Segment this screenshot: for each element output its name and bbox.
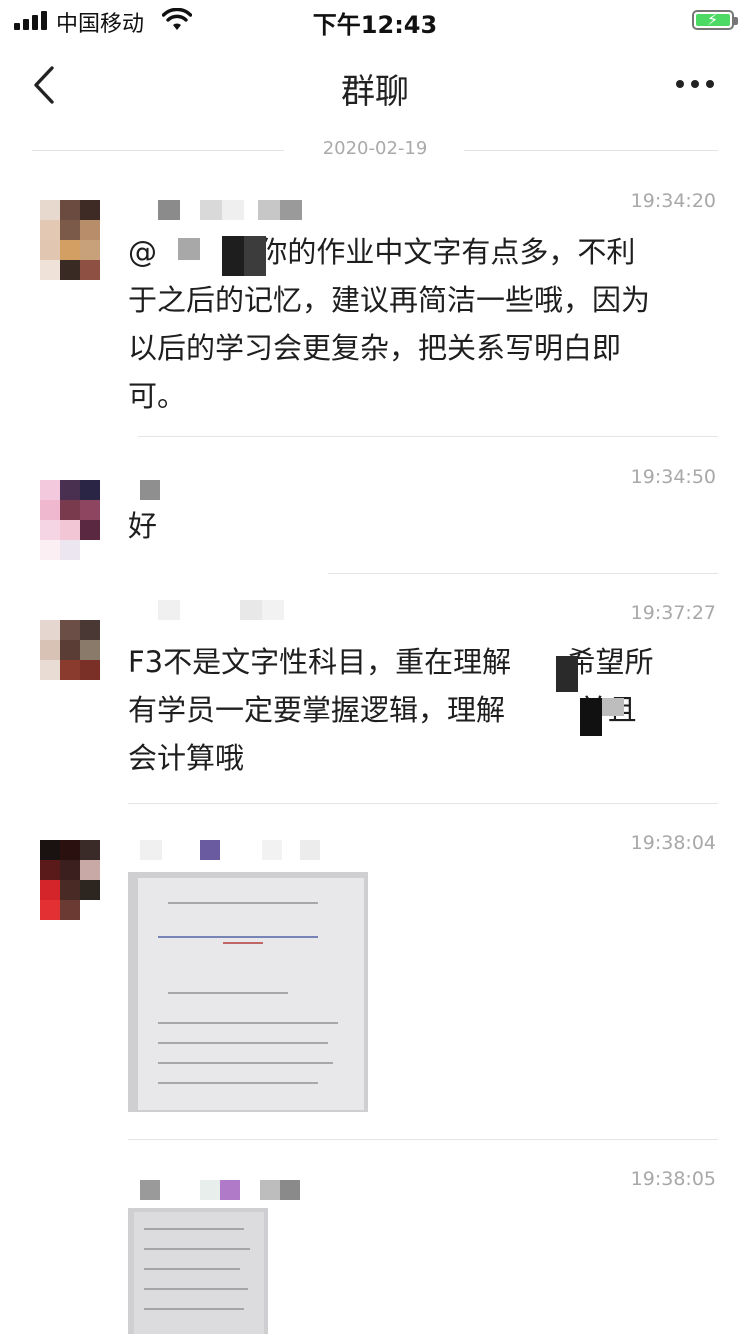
- message-item[interactable]: 19:38:04: [0, 830, 750, 1140]
- page-title: 群聊: [341, 72, 409, 112]
- message-separator: [128, 1139, 718, 1140]
- message-time: 19:34:20: [630, 190, 716, 212]
- message-text: 好: [128, 509, 158, 543]
- message-text: F3不是文字性科目，重在理解 希望所 有学员一定要掌握逻辑，理解 并且 会计算哦: [128, 645, 654, 775]
- message-time: 19:38:04: [630, 832, 716, 854]
- status-bar: 中国移动 下午12:43 ⚡: [0, 0, 750, 40]
- avatar[interactable]: [40, 200, 100, 280]
- redaction-mosaic: [244, 236, 266, 276]
- message-time: 19:37:27: [630, 602, 716, 624]
- redaction-mosaic: [556, 656, 578, 692]
- sender-name-redacted: [128, 840, 328, 866]
- more-dots-icon[interactable]: [672, 70, 718, 96]
- image-message[interactable]: [128, 872, 368, 1112]
- redaction-mosaic: [222, 236, 244, 276]
- date-label: 2020-02-19: [322, 138, 428, 159]
- message-separator: [328, 573, 718, 574]
- image-message[interactable]: [128, 1208, 268, 1334]
- sender-name-redacted: [128, 600, 328, 626]
- redaction-mosaic: [602, 698, 624, 716]
- message-item[interactable]: 19:34:20 @ 你的作业中文字有点多，不利 于之后的记忆，建议再简洁一些哦…: [0, 188, 750, 438]
- message-separator: [128, 803, 718, 804]
- redaction-mosaic: [580, 698, 602, 736]
- message-time: 19:38:05: [630, 1168, 716, 1190]
- message-item[interactable]: 19:37:27 F3不是文字性科目，重在理解 希望所 有学员一定要掌握逻辑，理…: [0, 600, 750, 804]
- sender-name-redacted: [128, 1180, 328, 1206]
- date-divider: 2020-02-19: [32, 138, 718, 162]
- avatar[interactable]: [40, 480, 100, 560]
- avatar[interactable]: [40, 840, 100, 920]
- message-item[interactable]: 19:34:50 好: [0, 464, 750, 574]
- message-text: @ 你的作业中文字有点多，不利 于之后的记忆，建议再简洁一些哦，因为 以后的学习…: [128, 235, 651, 413]
- nav-bar: 群聊: [0, 40, 750, 128]
- status-time: 下午12:43: [312, 11, 438, 39]
- redaction-mosaic: [178, 238, 200, 260]
- message-time: 19:34:50: [630, 466, 716, 488]
- sender-name-redacted: [128, 200, 328, 226]
- battery-charging-icon: ⚡: [692, 10, 738, 30]
- message-item[interactable]: 19:38:05: [0, 1166, 750, 1334]
- avatar[interactable]: [40, 620, 100, 700]
- message-separator: [138, 436, 718, 437]
